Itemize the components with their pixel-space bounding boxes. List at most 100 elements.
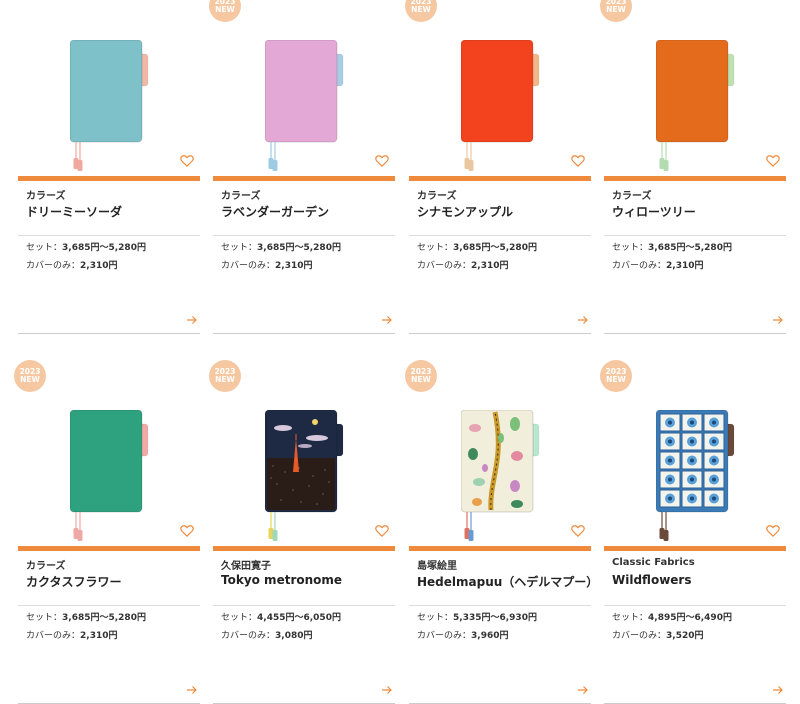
set-price-value: 3,685円〜5,280円 [453, 243, 537, 253]
set-price-label: セット： [26, 613, 63, 623]
product-card[interactable]: 2023 NEW [600, 360, 786, 704]
cover-price: カバーのみ：2,310円 [221, 259, 395, 273]
arrow-right-icon[interactable] [186, 315, 198, 325]
product-name[interactable]: カクタスフラワー [26, 573, 200, 591]
heart-icon[interactable] [375, 154, 389, 168]
set-price: セット：3,685円〜5,280円 [221, 241, 395, 255]
card-footer-link[interactable] [18, 309, 200, 334]
cover-price-value: 3,520円 [666, 631, 704, 641]
product-card[interactable]: カラーズ ドリーミーソーダ セット：3,685円〜5,280円 カバーのみ：2,… [18, 0, 200, 334]
cover-price-value: 2,310円 [80, 261, 118, 271]
arrow-right-icon[interactable] [186, 685, 198, 695]
cover-price-label: カバーのみ： [612, 261, 667, 271]
cover-price-value: 2,310円 [80, 631, 118, 641]
set-price: セット：4,895円〜6,490円 [612, 611, 786, 625]
heart-icon[interactable] [180, 524, 194, 538]
divider [604, 605, 786, 606]
divider [409, 235, 591, 236]
notebook-cover-image [265, 40, 344, 171]
card-footer-link[interactable] [213, 309, 395, 334]
series-label: カラーズ [221, 191, 261, 202]
product-image[interactable] [18, 0, 200, 176]
heart-icon[interactable] [571, 524, 585, 538]
product-card[interactable]: 2023 NEW [209, 360, 395, 704]
product-name[interactable]: Hedelmapuu（ヘデルマプー） [417, 573, 598, 591]
heart-icon[interactable] [375, 524, 389, 538]
product-image[interactable]: 2023 NEW [600, 360, 786, 546]
product-name[interactable]: ラベンダーガーデン [221, 203, 395, 221]
card-footer-link[interactable] [604, 309, 786, 334]
cover-price: カバーのみ：2,310円 [417, 259, 591, 273]
series-label: カラーズ [26, 191, 66, 202]
product-name[interactable]: Wildflowers [612, 573, 786, 591]
series-label: 久保田寛子 [221, 561, 271, 572]
series-label: カラーズ [612, 191, 652, 202]
series-label: 島塚絵里 [417, 561, 457, 572]
set-price-value: 3,685円〜5,280円 [648, 243, 732, 253]
product-image[interactable]: 2023 NEW [14, 360, 200, 546]
set-price-label: セット： [26, 243, 63, 253]
heart-icon[interactable] [766, 524, 780, 538]
cover-price: カバーのみ：3,960円 [417, 629, 591, 643]
set-price-value: 3,685円〜5,280円 [257, 243, 341, 253]
arrow-right-icon[interactable] [381, 685, 393, 695]
cover-price-label: カバーのみ： [612, 631, 667, 641]
notebook-cover-image [461, 410, 540, 541]
product-image[interactable]: 2023 NEW [405, 360, 591, 546]
cover-price-label: カバーのみ： [26, 261, 81, 271]
product-image[interactable]: 2023 NEW [209, 360, 395, 546]
arrow-right-icon[interactable] [772, 315, 784, 325]
set-price-label: セット： [221, 613, 258, 623]
arrow-right-icon[interactable] [381, 315, 393, 325]
product-image[interactable]: 2023 NEW [209, 0, 395, 176]
notebook-cover-image [656, 410, 735, 541]
set-price-value: 4,455円〜6,050円 [257, 613, 341, 623]
cover-price: カバーのみ：2,310円 [26, 629, 200, 643]
series-label: カラーズ [417, 191, 457, 202]
product-name[interactable]: シナモンアップル [417, 203, 591, 221]
heart-icon[interactable] [180, 154, 194, 168]
cover-price: カバーのみ：2,310円 [26, 259, 200, 273]
cover-price: カバーのみ：2,310円 [612, 259, 786, 273]
set-price: セット：3,685円〜5,280円 [417, 241, 591, 255]
arrow-right-icon[interactable] [577, 685, 589, 695]
product-image[interactable]: 2023 NEW [405, 0, 591, 176]
product-name[interactable]: ウィローツリー [612, 203, 786, 221]
cover-price-value: 3,960円 [471, 631, 509, 641]
notebook-cover-image [70, 410, 149, 541]
product-card[interactable]: 2023 NEW カラーズ カクタスフラワー セット：3,685円〜5,280円 … [14, 360, 200, 704]
heart-icon[interactable] [571, 154, 585, 168]
new-badge: 2023 NEW [405, 360, 437, 392]
arrow-right-icon[interactable] [772, 685, 784, 695]
heart-icon[interactable] [766, 154, 780, 168]
product-name[interactable]: ドリーミーソーダ [26, 203, 200, 221]
product-card[interactable]: 2023 NEW カラーズ ラベンダーガーデン セット：3,685円〜5,280円… [209, 0, 395, 334]
card-footer-link[interactable] [213, 679, 395, 704]
product-card[interactable]: 2023 NEW カラーズ ウィローツリー セット：3,685円〜5,280円 カ… [600, 0, 786, 334]
arrow-right-icon[interactable] [577, 315, 589, 325]
card-footer-link[interactable] [409, 309, 591, 334]
set-price-label: セット： [221, 243, 258, 253]
set-price: セット：3,685円〜5,280円 [26, 241, 200, 255]
set-price-value: 5,335円〜6,930円 [453, 613, 537, 623]
product-image[interactable]: 2023 NEW [600, 0, 786, 176]
new-badge: 2023 NEW [600, 360, 632, 392]
cover-price: カバーのみ：3,520円 [612, 629, 786, 643]
product-card[interactable]: 2023 NEW [405, 360, 598, 704]
divider [18, 605, 200, 606]
cover-price-label: カバーのみ： [221, 261, 276, 271]
card-footer-link[interactable] [604, 679, 786, 704]
product-card[interactable]: 2023 NEW カラーズ シナモンアップル セット：3,685円〜5,280円 … [405, 0, 591, 334]
series-label: Classic Fabrics [612, 557, 695, 568]
set-price: セット：3,685円〜5,280円 [612, 241, 786, 255]
card-footer-link[interactable] [18, 679, 200, 704]
new-badge: 2023 NEW [209, 360, 241, 392]
card-footer-link[interactable] [409, 679, 591, 704]
product-name[interactable]: Tokyo metronome [221, 573, 395, 591]
notebook-cover-image [70, 40, 149, 171]
series-label: カラーズ [26, 561, 66, 572]
divider [213, 235, 395, 236]
divider [18, 235, 200, 236]
cover-price-value: 3,080円 [275, 631, 313, 641]
set-price-value: 3,685円〜5,280円 [62, 243, 146, 253]
